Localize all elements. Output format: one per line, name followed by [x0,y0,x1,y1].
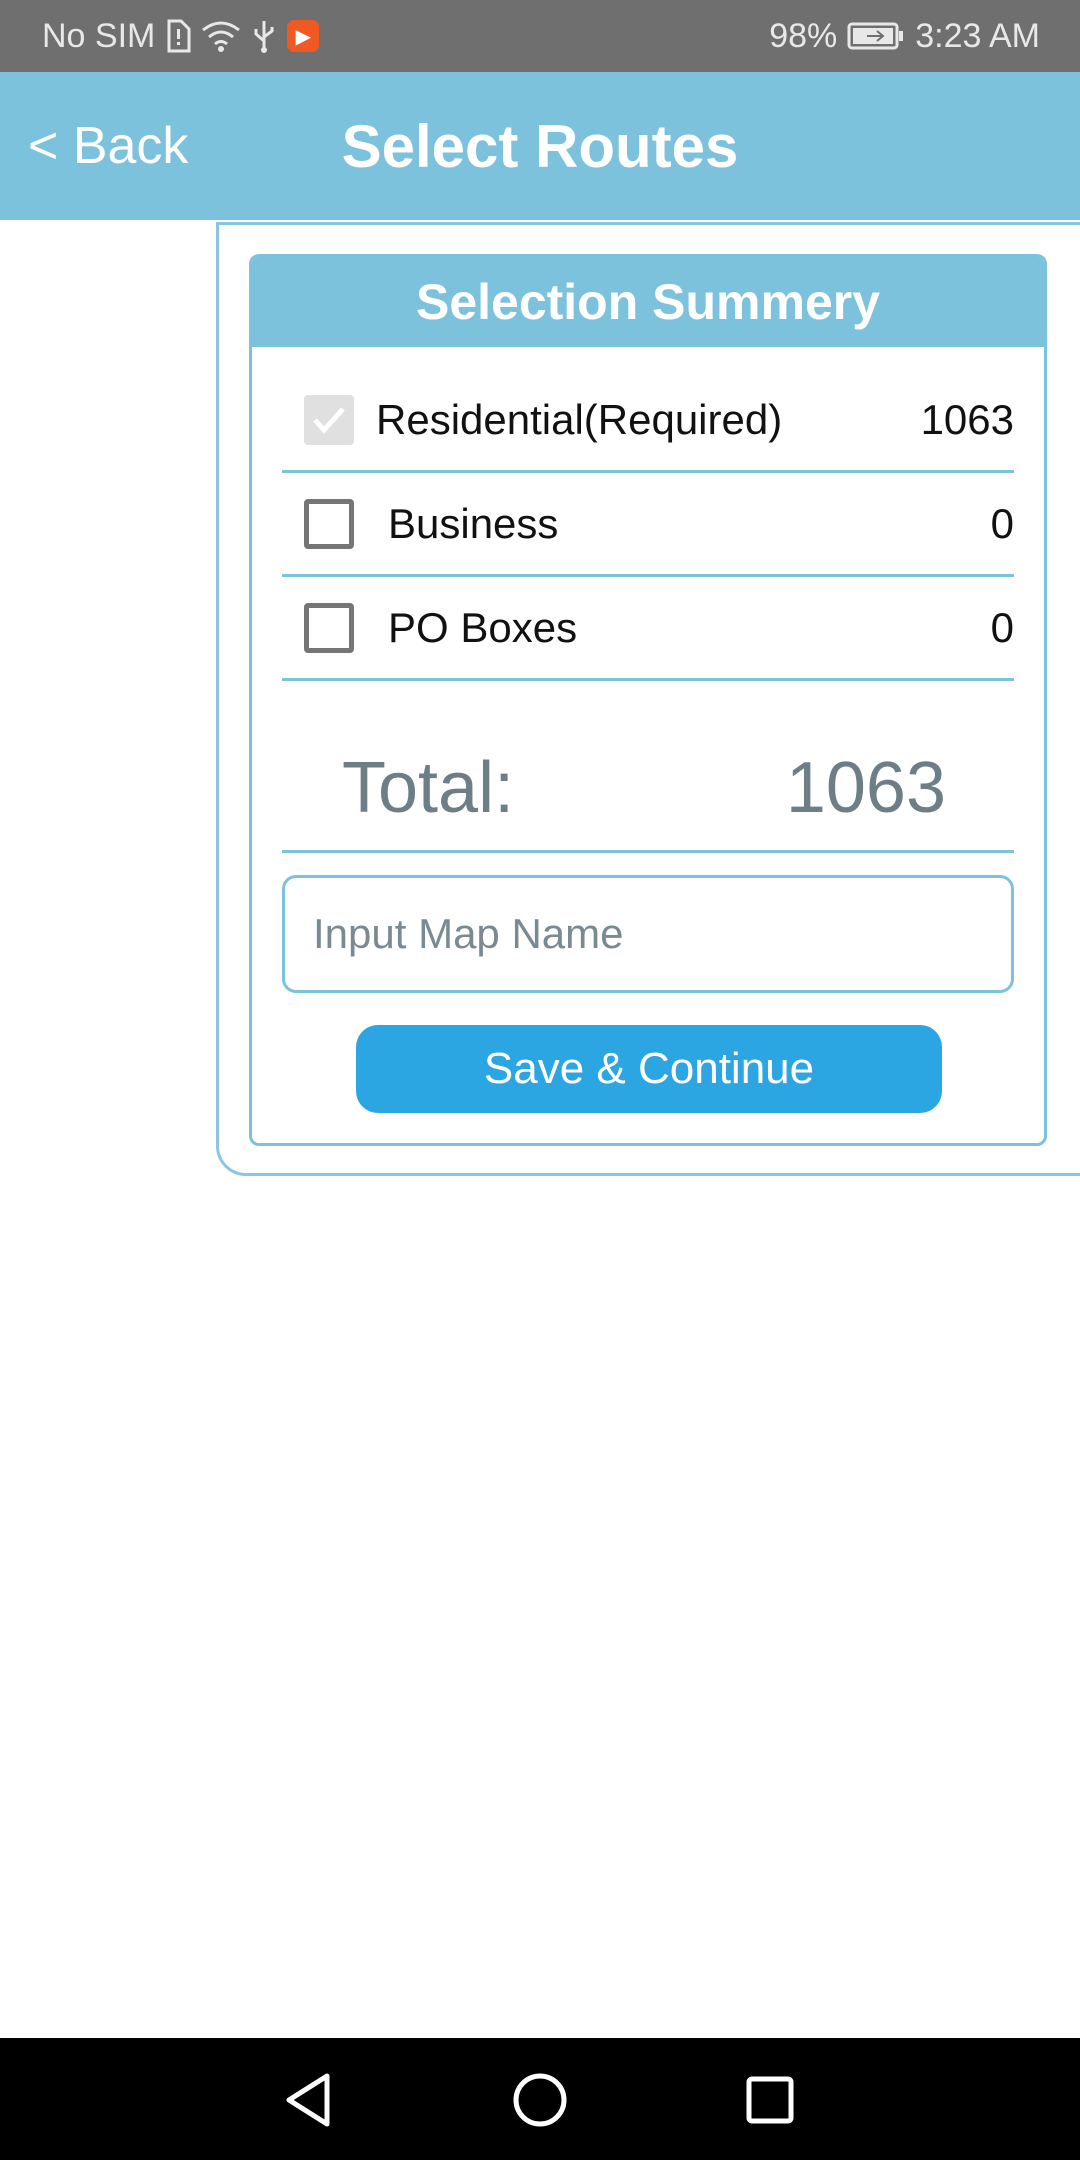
page-title: Select Routes [341,113,739,180]
total-value: 1063 [785,748,946,828]
selection-summary-title: Selection Summery [252,257,1044,347]
status-bar: No SIM ▶ 98% 3:23 AM [0,0,1080,72]
selection-summary-card: Selection Summery Residential(Required) … [249,254,1047,1146]
app-header: < Back Select Routes [0,72,1080,220]
po-boxes-count: 0 [990,603,1014,651]
home-circle-icon[interactable] [498,2058,582,2142]
status-bar-left: No SIM ▶ [42,16,320,56]
save-continue-button[interactable]: Save & Continue [356,1025,942,1113]
system-nav-bar [0,2038,1080,2160]
row-residential: Residential(Required) 1063 [282,369,1014,473]
row-business: Business 0 [282,473,1014,577]
total-label: Total: [342,748,515,828]
back-triangle-icon[interactable] [266,2058,350,2142]
clock: 3:23 AM [915,16,1040,55]
map-name-input[interactable] [282,875,1014,993]
carrier-text: No SIM [42,16,156,55]
recents-square-icon[interactable] [728,2058,812,2142]
residential-label: Residential(Required) [376,395,783,443]
status-bar-right: 98% 3:23 AM [769,17,1040,56]
battery-charging-icon [847,21,905,51]
sim-alert-icon [165,19,191,53]
app-notification-icon: ▶ [287,20,320,52]
routes-panel-top-border [216,222,1080,225]
residential-count: 1063 [920,395,1014,443]
po-boxes-checkbox[interactable] [304,602,354,653]
row-po-boxes: PO Boxes 0 [282,577,1014,681]
total-row: Total: 1063 [282,723,1014,853]
wifi-icon [201,20,241,52]
battery-percent: 98% [769,16,838,55]
checkmark-icon [313,406,345,434]
po-boxes-label: PO Boxes [388,603,578,651]
usb-icon [251,19,277,53]
business-count: 0 [990,499,1014,547]
business-checkbox[interactable] [304,498,354,549]
residential-checkbox[interactable] [304,394,354,445]
business-label: Business [388,499,559,547]
